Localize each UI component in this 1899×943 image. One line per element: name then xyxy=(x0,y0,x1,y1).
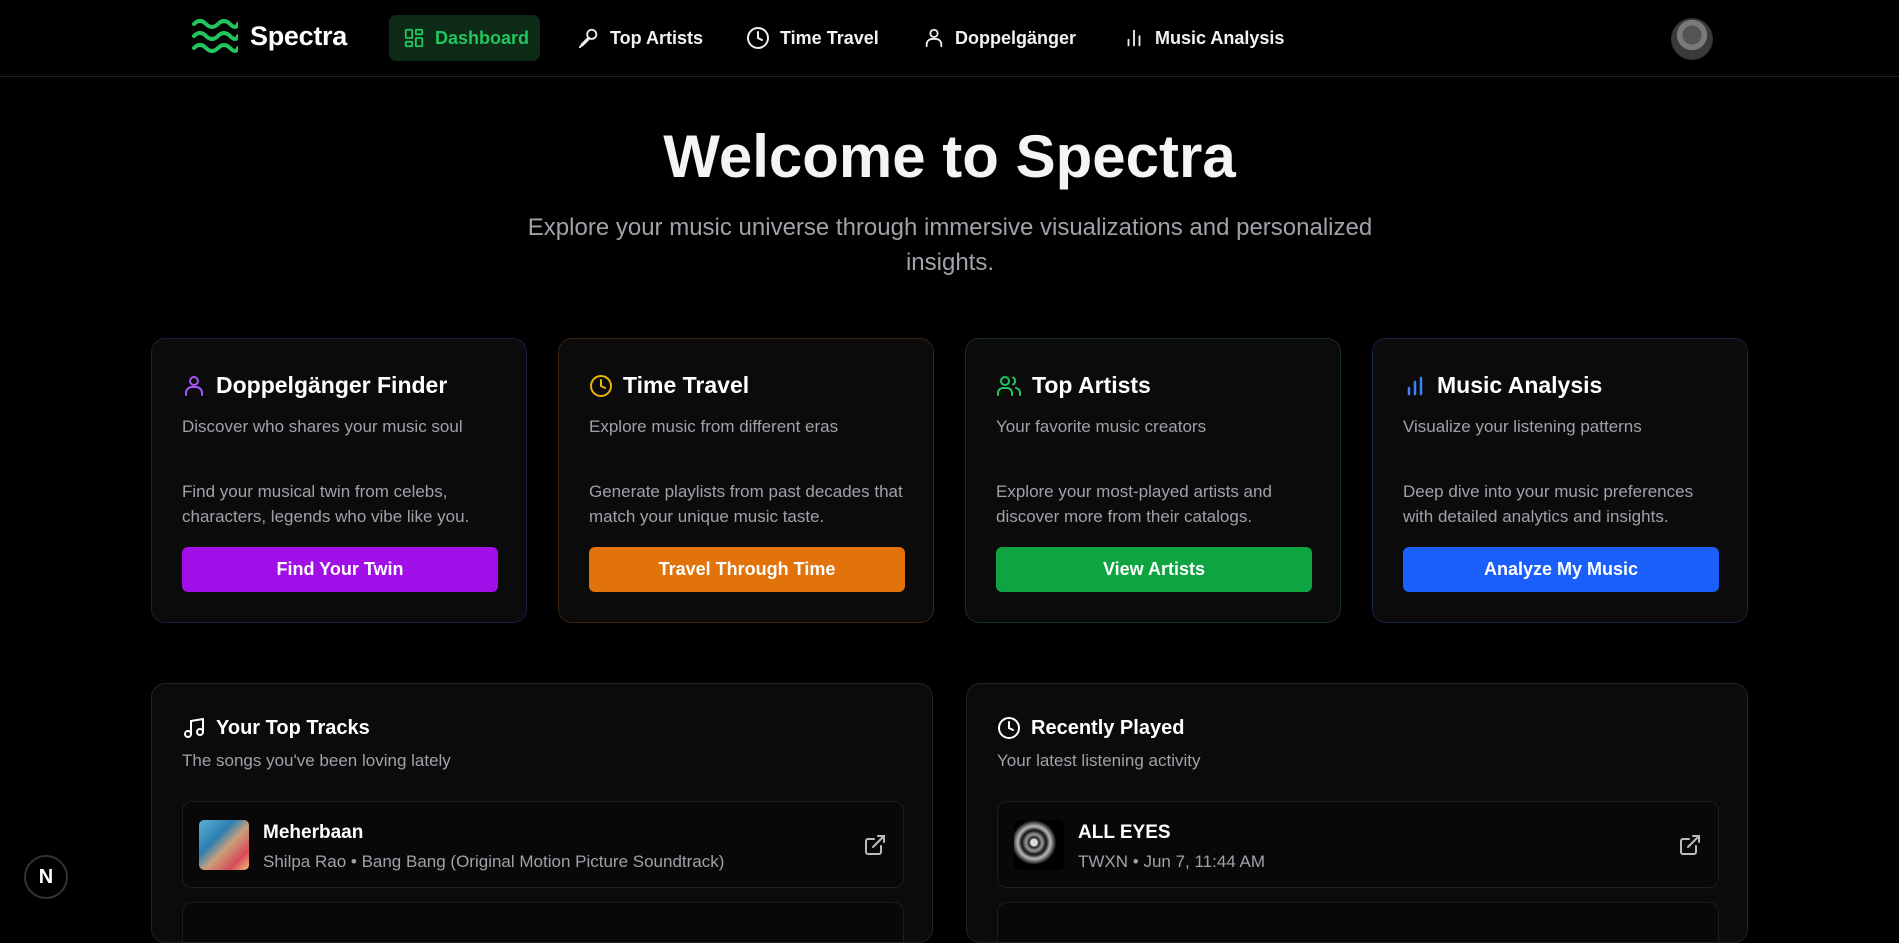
user-icon xyxy=(925,28,943,48)
card-top-artists: Top Artists Your favorite music creators… xyxy=(965,338,1341,623)
card-subtitle: Explore music from different eras xyxy=(589,417,839,436)
card-description: Explore your most-played artists and dis… xyxy=(996,482,1272,526)
clock-icon xyxy=(747,27,769,49)
external-link-icon[interactable] xyxy=(863,833,887,857)
analyze-my-music-button[interactable]: Analyze My Music xyxy=(1403,547,1719,592)
card-time-travel: Time Travel Explore music from different… xyxy=(558,338,934,623)
card-description: Generate playlists from past decades tha… xyxy=(589,482,903,526)
bar-chart-icon xyxy=(1127,29,1141,47)
users-icon xyxy=(997,375,1021,396)
avatar[interactable] xyxy=(1671,18,1713,60)
track-meta: Shilpa Rao • Bang Bang (Original Motion … xyxy=(263,852,725,871)
card-title: Doppelgänger Finder xyxy=(216,372,448,398)
view-artists-button[interactable]: View Artists xyxy=(996,547,1312,592)
card-description: Find your musical twin from celebs, char… xyxy=(182,482,470,526)
album-art xyxy=(199,820,249,870)
nav-item-dashboard[interactable]: Dashboard xyxy=(389,15,540,61)
nav-item-label: Music Analysis xyxy=(1155,27,1285,48)
dev-tools-badge[interactable]: N xyxy=(24,855,68,899)
nav-item-label: Doppelgänger xyxy=(955,27,1077,48)
brand-logo[interactable]: Spectra xyxy=(192,18,347,54)
find-your-twin-button[interactable]: Find Your Twin xyxy=(182,547,498,592)
bar-chart-icon xyxy=(1407,376,1423,395)
track-row[interactable] xyxy=(182,902,904,942)
page-title: Welcome to Spectra xyxy=(663,123,1236,190)
card-music-analysis: Music Analysis Visualize your listening … xyxy=(1372,338,1748,623)
card-title: Top Artists xyxy=(1032,372,1151,398)
user-icon xyxy=(185,375,203,396)
panel-subtitle: The songs you've been loving lately xyxy=(182,751,451,770)
nav-item-doppelganger[interactable]: Doppelgänger xyxy=(909,15,1090,61)
nav-item-label: Top Artists xyxy=(610,27,703,48)
wave-logo-icon xyxy=(192,19,238,53)
dashboard-grid-icon xyxy=(404,28,424,48)
music-note-icon xyxy=(184,717,204,738)
album-art xyxy=(1014,820,1064,870)
card-subtitle: Discover who shares your music soul xyxy=(182,417,463,436)
brand-name: Spectra xyxy=(250,20,347,51)
panel-title: Your Top Tracks xyxy=(216,716,370,739)
card-subtitle: Your favorite music creators xyxy=(996,417,1207,436)
top-tracks-panel: Your Top Tracks The songs you've been lo… xyxy=(151,683,933,943)
track-row[interactable]: Meherbaan Shilpa Rao • Bang Bang (Origin… xyxy=(182,801,904,888)
card-title: Music Analysis xyxy=(1437,372,1603,398)
clock-icon xyxy=(590,374,612,397)
nav-item-label: Dashboard xyxy=(435,27,530,48)
travel-through-time-button[interactable]: Travel Through Time xyxy=(589,547,905,592)
recently-played-panel: Recently Played Your latest listening ac… xyxy=(966,683,1748,943)
nav-item-label: Time Travel xyxy=(780,27,879,48)
panel-title: Recently Played xyxy=(1031,716,1185,739)
clock-icon xyxy=(998,717,1020,739)
card-description: Deep dive into your music preferences wi… xyxy=(1403,482,1694,526)
top-nav: Spectra Dashboard Top Artists Time Trave… xyxy=(0,0,1899,77)
card-doppelganger: Doppelgänger Finder Discover who shares … xyxy=(151,338,527,623)
recent-track-row[interactable] xyxy=(997,902,1719,942)
card-title: Time Travel xyxy=(623,372,750,398)
external-link-icon[interactable] xyxy=(1678,833,1702,857)
recent-track-row[interactable]: ALL EYES TWXN • Jun 7, 11:44 AM xyxy=(997,801,1719,888)
card-subtitle: Visualize your listening patterns xyxy=(1403,417,1642,436)
track-title: ALL EYES xyxy=(1078,822,1171,843)
track-meta: TWXN • Jun 7, 11:44 AM xyxy=(1078,852,1266,871)
microphone-icon xyxy=(578,28,598,49)
page-subtitle: Explore your music universe through imme… xyxy=(527,214,1373,276)
nav-item-time-travel[interactable]: Time Travel xyxy=(732,15,893,61)
track-title: Meherbaan xyxy=(263,822,364,843)
nav-item-top-artists[interactable]: Top Artists xyxy=(564,15,717,61)
nav-item-music-analysis[interactable]: Music Analysis xyxy=(1109,15,1298,61)
panel-subtitle: Your latest listening activity xyxy=(997,751,1201,770)
